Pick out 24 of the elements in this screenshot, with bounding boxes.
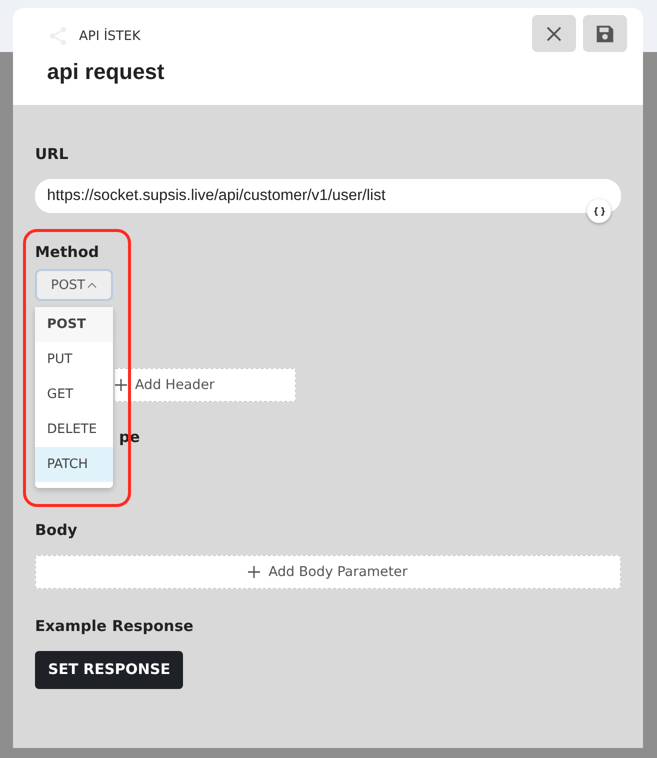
plus-icon <box>248 566 260 578</box>
braces-icon <box>594 206 604 216</box>
method-option[interactable]: POST <box>35 307 113 342</box>
caret-icon <box>87 282 98 288</box>
method-label: Method <box>35 243 100 263</box>
plus-icon <box>115 379 127 391</box>
add-header-button[interactable]: Add Header <box>115 368 296 402</box>
save-button[interactable] <box>583 15 627 52</box>
url-label: URL <box>35 145 70 165</box>
method-option[interactable]: GET <box>35 377 113 412</box>
method-option[interactable]: PUT <box>35 342 113 377</box>
close-button[interactable] <box>532 15 576 52</box>
node-type-label: API İSTEK <box>79 28 140 44</box>
node-title: api request <box>47 59 166 85</box>
method-option[interactable]: PATCH <box>35 447 113 482</box>
variables-button[interactable] <box>587 199 611 223</box>
method-value: POST <box>50 278 86 292</box>
url-field[interactable]: https://socket.supsis.live/api/customer/v1/user/list <box>35 179 621 213</box>
method-select[interactable]: POST <box>35 269 113 301</box>
set-response-button[interactable]: SET RESPONSE <box>35 651 184 689</box>
method-option[interactable]: DELETE <box>35 412 113 447</box>
body-label: Body <box>35 521 78 541</box>
add-body-parameter-button[interactable]: Add Body Parameter <box>35 555 621 589</box>
example-response-label: Example Response <box>35 617 194 637</box>
